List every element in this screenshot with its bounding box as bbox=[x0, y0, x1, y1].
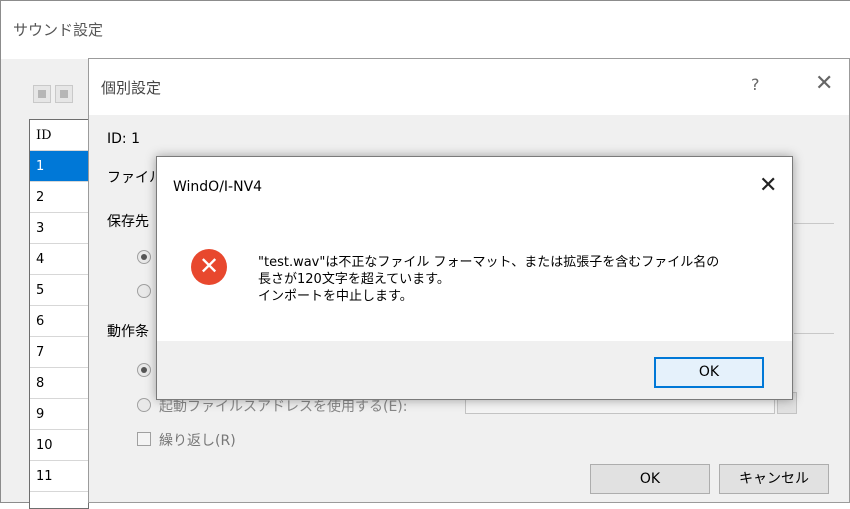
ok-button[interactable]: OK bbox=[590, 464, 710, 494]
close-icon[interactable]: ✕ bbox=[815, 71, 833, 96]
title-bar: サウンド設定 bbox=[1, 1, 850, 59]
list-item[interactable]: 7 bbox=[30, 337, 88, 368]
divider bbox=[794, 333, 834, 334]
error-message-box: WindO/I-NV4 ✕ ✕ "test.wav"は不正なファイル フォーマッ… bbox=[156, 156, 793, 400]
dialog-title: 個別設定 bbox=[101, 79, 162, 97]
id-list[interactable]: ID 1 2 3 4 5 6 7 8 9 10 11 bbox=[29, 119, 89, 509]
help-button[interactable]: ? bbox=[751, 75, 760, 94]
cancel-button[interactable]: キャンセル bbox=[719, 464, 829, 494]
repeat-checkbox[interactable] bbox=[137, 432, 151, 446]
list-item[interactable]: 8 bbox=[30, 368, 88, 399]
list-item[interactable]: 4 bbox=[30, 244, 88, 275]
save-location-radio-1[interactable] bbox=[137, 250, 151, 264]
divider bbox=[794, 223, 834, 224]
list-item[interactable]: 1 bbox=[30, 151, 88, 182]
dialog-title-bar: 個別設定 ? ✕ bbox=[89, 59, 849, 115]
list-item[interactable]: 3 bbox=[30, 213, 88, 244]
save-location-label: 保存先 bbox=[107, 214, 149, 230]
id-column-header: ID bbox=[30, 120, 88, 151]
action-condition-label: 動作条 bbox=[107, 324, 149, 340]
list-item[interactable]: 2 bbox=[30, 182, 88, 213]
ok-button[interactable]: OK bbox=[654, 357, 764, 388]
paste-icon[interactable] bbox=[55, 85, 73, 103]
message-box-title: WindO/I-NV4 bbox=[173, 179, 263, 195]
error-icon: ✕ bbox=[191, 249, 227, 285]
repeat-label: 繰り返し(R) bbox=[159, 433, 236, 449]
window-title: サウンド設定 bbox=[13, 21, 104, 39]
list-item[interactable]: 9 bbox=[30, 399, 88, 430]
message-text-line-3: インポートを中止します。 bbox=[258, 289, 413, 304]
list-item[interactable]: 10 bbox=[30, 430, 88, 461]
action-radio-2[interactable] bbox=[137, 398, 151, 412]
list-item[interactable]: 5 bbox=[30, 275, 88, 306]
message-area: WindO/I-NV4 ✕ ✕ "test.wav"は不正なファイル フォーマッ… bbox=[157, 157, 792, 341]
file-label: ファイル bbox=[107, 170, 163, 186]
list-item[interactable]: 6 bbox=[30, 306, 88, 337]
list-item[interactable]: 11 bbox=[30, 461, 88, 492]
id-label: ID: 1 bbox=[107, 131, 140, 147]
close-icon[interactable]: ✕ bbox=[759, 173, 777, 198]
copy-icon[interactable] bbox=[33, 85, 51, 103]
save-location-radio-2[interactable] bbox=[137, 284, 151, 298]
action-radio-1[interactable] bbox=[137, 363, 151, 377]
